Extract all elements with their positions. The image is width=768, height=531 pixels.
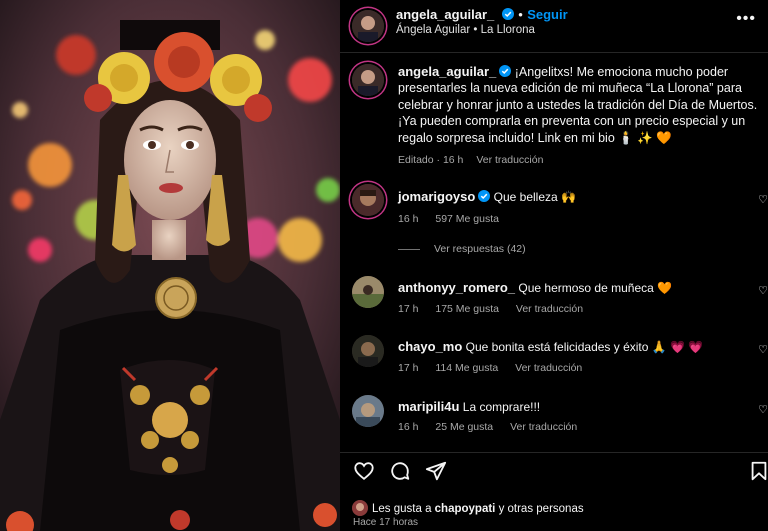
comment-like-heart-icon[interactable]: ♡ (758, 284, 768, 297)
comment-body: chayo_mo Que bonita está felicidades y é… (398, 339, 738, 355)
comment-likes[interactable]: 25 Me gusta (435, 421, 493, 433)
comment-text: La comprare!!! (462, 400, 541, 414)
comment-avatar[interactable] (352, 184, 384, 216)
author-avatar[interactable] (352, 10, 384, 42)
comment-body: jomarigoyso Que belleza 🙌 (398, 189, 738, 205)
comment-avatar-image (352, 335, 384, 367)
likes-prefix: Les gusta a (372, 503, 435, 515)
replies-divider (398, 248, 420, 250)
post-header: angela_aguilar_ • Seguir Ángela Aguilar … (340, 0, 768, 53)
comment-time: 16 h (398, 421, 419, 433)
liker-avatar[interactable] (352, 500, 368, 516)
post-timestamp: Hace 17 horas (353, 517, 419, 528)
comment-meta: 17 h 114 Me gusta Ver traducción (398, 362, 596, 374)
comment-time: 17 h (398, 303, 419, 315)
author-username[interactable]: angela_aguilar_ (396, 7, 494, 22)
comment-avatar-image (352, 276, 384, 308)
view-replies-label[interactable]: Ver respuestas (42) (434, 243, 526, 255)
save-bookmark-icon[interactable] (748, 460, 768, 482)
comment-username[interactable]: maripili4u (398, 399, 459, 414)
comment-meta: 16 h 25 Me gusta Ver traducción (398, 421, 591, 433)
comment-like-heart-icon[interactable]: ♡ (758, 193, 768, 206)
caption-meta: Editado · 16 h Ver traducción (398, 152, 760, 168)
comment-time: 17 h (398, 362, 419, 374)
comment-translate-link[interactable]: Ver traducción (516, 303, 583, 315)
comment-likes[interactable]: 597 Me gusta (435, 213, 499, 225)
comment-body: anthonyy_romero_ Que hermoso de muñeca 🧡 (398, 280, 738, 296)
comment-translate-link[interactable]: Ver traducción (510, 421, 577, 433)
comment-likes[interactable]: 175 Me gusta (435, 303, 499, 315)
separator-dot: • (518, 7, 523, 22)
comment-time: 16 h (398, 213, 419, 225)
verified-icon (501, 8, 514, 20)
liker-avatar-image (352, 500, 368, 516)
more-options-icon[interactable]: ••• (736, 10, 756, 28)
comment-avatar-image (352, 395, 384, 427)
caption-avatar[interactable] (352, 64, 384, 96)
post-location[interactable]: Ángela Aguilar • La Llorona (396, 24, 535, 36)
post-actions: Les gusta a chapoypati y otras personas … (340, 452, 768, 531)
comment-like-heart-icon[interactable]: ♡ (758, 403, 768, 416)
caption-translate-link[interactable]: Ver traducción (476, 154, 543, 166)
post-image[interactable] (0, 0, 340, 531)
doll-photo (0, 0, 340, 531)
like-heart-icon[interactable] (353, 460, 375, 482)
author-line: angela_aguilar_ • Seguir (396, 6, 568, 24)
comment-bubble-icon[interactable] (389, 460, 411, 482)
follow-button[interactable]: Seguir (527, 7, 567, 22)
view-replies[interactable]: Ver respuestas (42) (398, 243, 526, 255)
caption-avatar-image (352, 64, 384, 96)
comment-avatar[interactable] (352, 335, 384, 367)
comment-text: Que belleza 🙌 (493, 190, 576, 204)
post-details-panel: angela_aguilar_ • Seguir Ángela Aguilar … (340, 0, 768, 531)
comment-avatar[interactable] (352, 395, 384, 427)
comment-text: Que hermoso de muñeca 🧡 (518, 281, 673, 295)
comment-avatar-image (352, 184, 384, 216)
comment-meta: 16 h 597 Me gusta (398, 213, 513, 225)
author-avatar-image (352, 10, 384, 42)
comment-likes[interactable]: 114 Me gusta (435, 362, 498, 374)
caption-edited: Editado · 16 h (398, 154, 464, 167)
comment-body: maripili4u La comprare!!! (398, 399, 738, 415)
share-paper-plane-icon[interactable] (425, 460, 447, 482)
likes-suffix[interactable]: y otras personas (495, 503, 584, 515)
verified-icon (499, 65, 512, 77)
comment-text: Que bonita está felicidades y éxito 🙏 💗 … (465, 340, 704, 354)
comment-translate-link[interactable]: Ver traducción (515, 362, 582, 374)
likes-user[interactable]: chapoypati (435, 503, 496, 515)
comment-avatar[interactable] (352, 276, 384, 308)
likes-summary: Les gusta a chapoypati y otras personas (352, 500, 584, 516)
comment-username[interactable]: jomarigoyso (398, 189, 475, 204)
caption-text-block: angela_aguilar_ ¡Angelitxs! Me emociona … (398, 64, 760, 168)
caption-username[interactable]: angela_aguilar_ (398, 64, 496, 79)
comment-username[interactable]: anthonyy_romero_ (398, 280, 515, 295)
verified-icon (478, 190, 491, 202)
comment-username[interactable]: chayo_mo (398, 339, 462, 354)
comment-meta: 17 h 175 Me gusta Ver traducción (398, 303, 597, 315)
comment-like-heart-icon[interactable]: ♡ (758, 343, 768, 356)
